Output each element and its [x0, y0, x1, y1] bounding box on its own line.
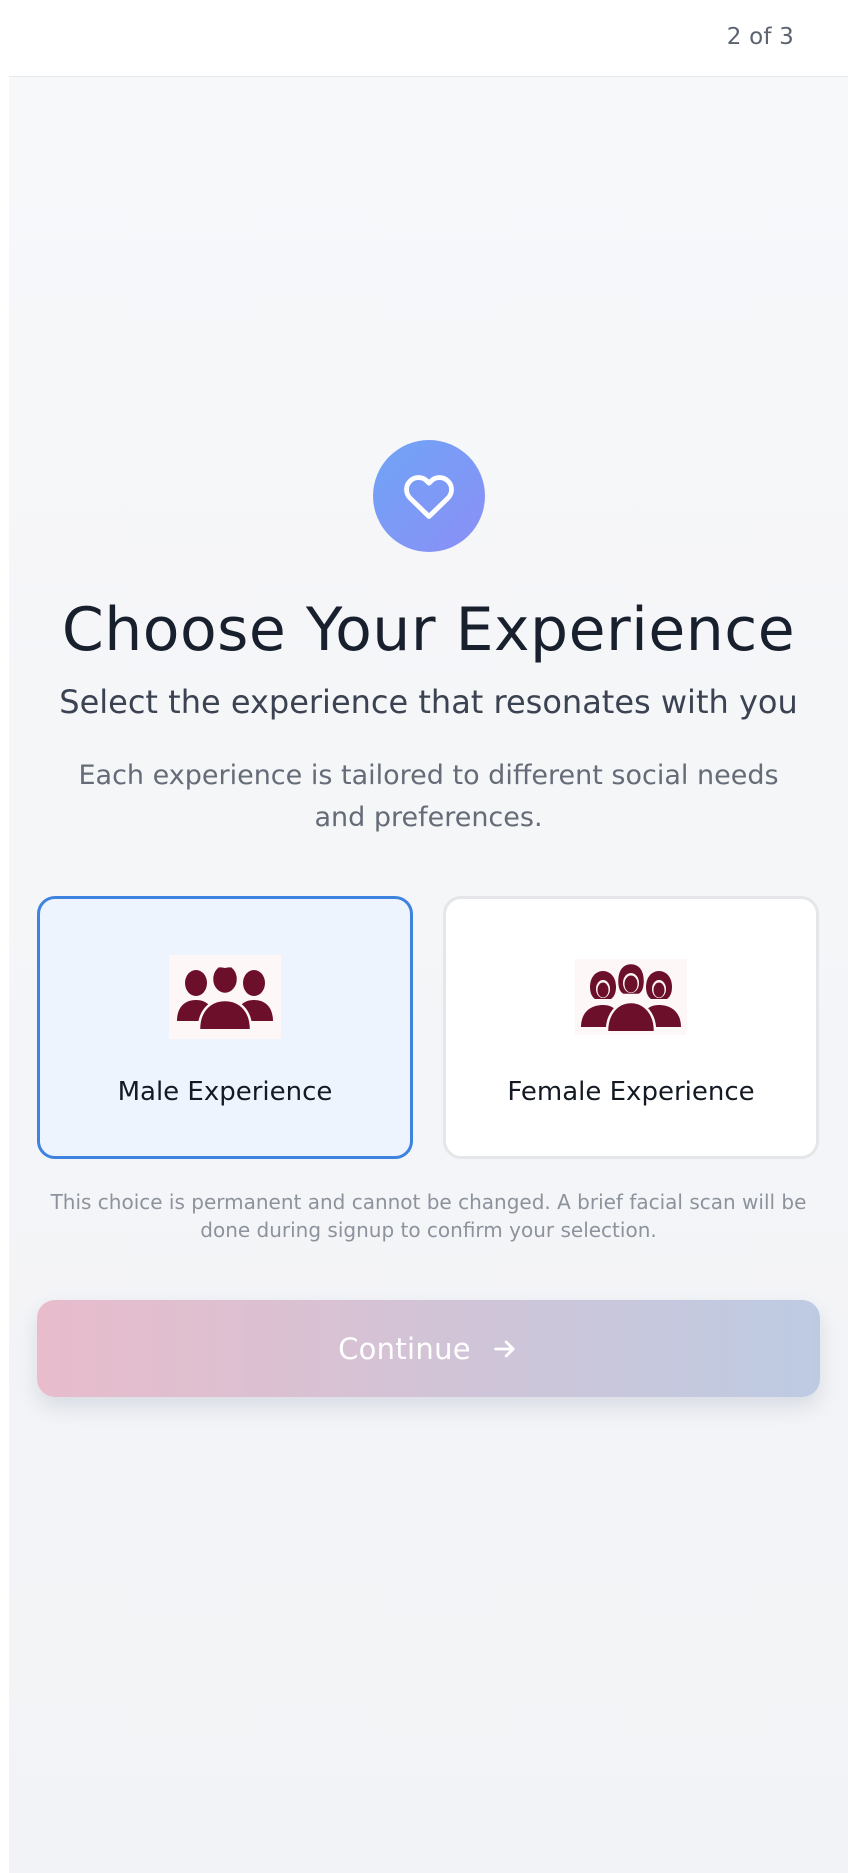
step-indicator: 2 of 3 — [726, 24, 794, 50]
page-title: Choose Your Experience — [61, 595, 796, 665]
continue-button[interactable]: Continue — [37, 1300, 820, 1397]
heart-icon — [404, 475, 454, 519]
top-bar: 2 of 3 — [9, 0, 848, 77]
female-experience-label: Female Experience — [507, 1077, 755, 1107]
male-group-icon — [169, 955, 281, 1039]
continue-label: Continue — [338, 1331, 471, 1366]
female-group-icon — [575, 959, 687, 1035]
onboarding-page: 2 of 3 Choose Your Experience Select the… — [9, 0, 848, 1873]
female-experience-option[interactable]: Female Experience — [443, 896, 819, 1159]
heart-badge — [373, 440, 485, 552]
arrow-right-icon — [491, 1335, 519, 1363]
page-description: Each experience is tailored to different… — [78, 760, 779, 833]
male-experience-option[interactable]: Male Experience — [37, 896, 413, 1159]
permanence-disclaimer: This choice is permanent and cannot be c… — [50, 1190, 807, 1242]
male-experience-label: Male Experience — [117, 1077, 333, 1107]
page-subtitle: Select the experience that resonates wit… — [59, 683, 798, 721]
